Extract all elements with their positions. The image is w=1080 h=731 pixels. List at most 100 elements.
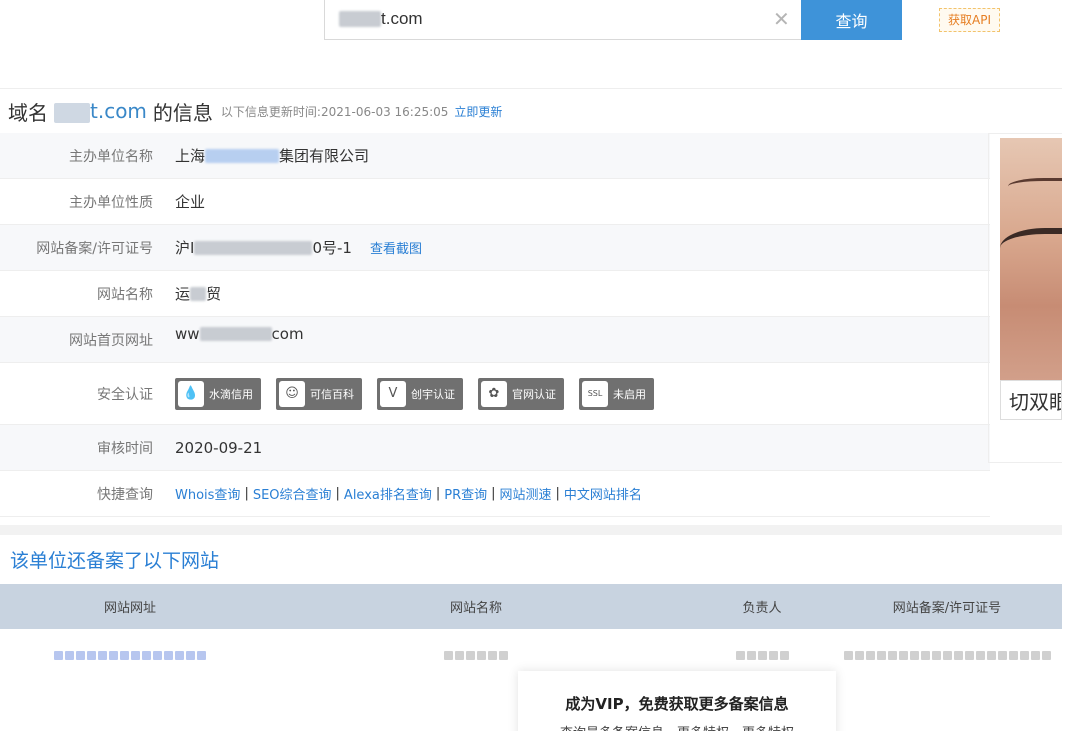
alexa-link[interactable]: Alexa排名查询 <box>344 484 432 503</box>
col-site-url: 网站网址 <box>103 601 156 616</box>
row-sponsor: 主办单位名称 上海 集团有限公司 <box>0 133 990 179</box>
search-input[interactable] <box>337 0 757 38</box>
review-label: 审核时间 <box>97 440 153 457</box>
row-quick: 快捷查询 Whois查询 | SEO综合查询 | Alexa排名查询 | PR查询 | … <box>0 471 990 517</box>
sponsor-value-end: 集团有限公司 <box>279 147 370 165</box>
cn-rank-link[interactable]: 中文网站排名 <box>564 484 642 503</box>
badge-trust[interactable]: ☺ 可信百科 <box>276 377 362 410</box>
homepage-end: com <box>271 324 304 343</box>
v-icon: V <box>380 380 406 407</box>
pr-link[interactable]: PR查询 <box>444 484 487 503</box>
site-name-label: 网站名称 <box>97 286 153 303</box>
blurred-text <box>194 240 313 255</box>
separator: | <box>435 486 441 501</box>
license-value: 沪I 0号-1 查看截图 <box>175 237 422 258</box>
title-domain-text: t.com <box>90 99 147 123</box>
quick-label: 快捷查询 <box>97 486 153 503</box>
license-value-end: 0号-1 <box>312 239 352 257</box>
page-title: 域名 t.com 的信息 <box>8 97 213 126</box>
license-value-start: 沪I <box>175 239 195 257</box>
quick-links: Whois查询 | SEO综合查询 | Alexa排名查询 | PR查询 | 网站测速 |… <box>175 484 642 503</box>
view-screenshot-link[interactable]: 查看截图 <box>370 238 422 257</box>
separator: | <box>555 486 560 501</box>
blurred-text <box>190 286 207 301</box>
sponsor-value[interactable]: 上海 集团有限公司 <box>175 145 369 166</box>
site-name-value: 运贸 <box>175 283 221 304</box>
row-review: 审核时间 2020-09-21 <box>0 425 990 471</box>
vip-popup: 成为VIP，免费获取更多备案信息 查询最多备案信息，更多特权，更多特权 <box>518 671 836 731</box>
sites-table-header: 网站网址 网站名称 负责人 网站备案/许可证号 <box>0 584 1062 629</box>
blurred-site-name <box>260 645 692 664</box>
search-box: ✕ <box>324 0 802 40</box>
row-site-name: 网站名称 运贸 <box>0 271 990 317</box>
badge-ssl[interactable]: SSL 未启用 <box>579 377 654 410</box>
separator: | <box>335 486 340 501</box>
vip-title: 成为VIP，免费获取更多备案信息 <box>565 695 789 713</box>
update-now-link[interactable]: 立即更新 <box>454 103 502 120</box>
badge-label: 未启用 <box>613 387 646 401</box>
table-row <box>0 636 1062 672</box>
get-api-button[interactable]: 获取API <box>939 8 1000 32</box>
paw-icon: ✿ <box>481 380 507 407</box>
title-domain: t.com <box>54 99 147 123</box>
section-divider <box>0 525 1062 535</box>
col-owner: 负责人 <box>742 601 782 616</box>
nature-value: 企业 <box>175 193 206 211</box>
license-label: 网站备案/许可证号 <box>36 240 153 257</box>
speed-test-link[interactable]: 网站测速 <box>500 484 552 503</box>
blurred-license <box>832 645 1062 664</box>
ad-text[interactable]: 切双眼 <box>1000 380 1062 420</box>
ad-lash <box>1008 178 1062 192</box>
update-time-value: 2021-06-03 16:25:05 <box>320 104 449 119</box>
homepage-start: ww <box>175 324 200 343</box>
title-prefix: 域名 <box>8 100 48 125</box>
blurred-domain <box>54 102 90 123</box>
trust-icon: ☺ <box>279 380 305 407</box>
sponsor-value-start: 上海 <box>175 147 206 165</box>
badge-official[interactable]: ✿ 官网认证 <box>478 377 564 410</box>
site-name-start: 运 <box>175 285 191 303</box>
row-nature: 主办单位性质 企业 <box>0 179 990 225</box>
seo-link[interactable]: SEO综合查询 <box>253 484 332 503</box>
row-security: 安全认证 💧 水滴信用 ☺ 可信百科 V 创宇认证 ✿ 官网认证 SSL 未启用 <box>0 363 990 425</box>
col-site-name: 网站名称 <box>449 601 502 616</box>
search-button[interactable]: 查询 <box>801 0 902 40</box>
security-label: 安全认证 <box>97 386 153 403</box>
nature-label: 主办单位性质 <box>69 194 153 211</box>
badge-label: 可信百科 <box>310 387 354 401</box>
badge-chuangyu[interactable]: V 创宇认证 <box>377 377 463 410</box>
separator: | <box>491 486 496 501</box>
other-sites-title: 该单位还备案了以下网站 <box>10 550 220 572</box>
badge-label: 创宇认证 <box>411 387 455 401</box>
redacted-text <box>54 650 206 660</box>
update-time-label: 以下信息更新时间:2021-06-03 16:25:05 <box>221 103 449 120</box>
site-name-end: 贸 <box>206 285 222 303</box>
clear-icon[interactable]: ✕ <box>773 7 790 31</box>
row-license: 网站备案/许可证号 沪I 0号-1 查看截图 <box>0 225 990 271</box>
whois-link[interactable]: Whois查询 <box>175 484 240 503</box>
ad-image[interactable] <box>1000 138 1062 418</box>
ssl-icon: SSL <box>582 380 608 407</box>
update-time-prefix: 以下信息更新时间: <box>220 104 321 119</box>
sponsor-label: 主办单位名称 <box>69 148 153 165</box>
badge-label: 官网认证 <box>512 387 556 401</box>
domain-info-table: 主办单位名称 上海 集团有限公司 主办单位性质 企业 网站备案/许可证号 沪I 0号… <box>0 133 990 517</box>
redacted-text <box>444 650 508 660</box>
redacted-text <box>843 650 1051 660</box>
row-homepage: 网站首页网址 ww com <box>0 317 990 363</box>
blurred-site-url[interactable] <box>0 645 260 664</box>
vip-subtitle: 查询最多备案信息，更多特权，更多特权 <box>518 722 836 731</box>
blurred-text <box>199 326 272 341</box>
security-badges: 💧 水滴信用 ☺ 可信百科 V 创宇认证 ✿ 官网认证 SSL 未启用 <box>175 377 669 410</box>
separator: | <box>244 486 249 501</box>
homepage-value: ww com <box>175 325 304 343</box>
blurred-owner <box>692 645 832 664</box>
badge-water-drop[interactable]: 💧 水滴信用 <box>175 377 261 410</box>
review-value: 2020-09-21 <box>175 438 263 457</box>
domain-title-row: 域名 t.com 的信息 以下信息更新时间:2021-06-03 16:25:0… <box>0 88 1062 133</box>
redacted-text <box>735 650 789 660</box>
badge-label: 水滴信用 <box>209 387 253 401</box>
homepage-label: 网站首页网址 <box>69 332 153 349</box>
col-license: 网站备案/许可证号 <box>892 601 1002 616</box>
blurred-text <box>205 148 280 163</box>
